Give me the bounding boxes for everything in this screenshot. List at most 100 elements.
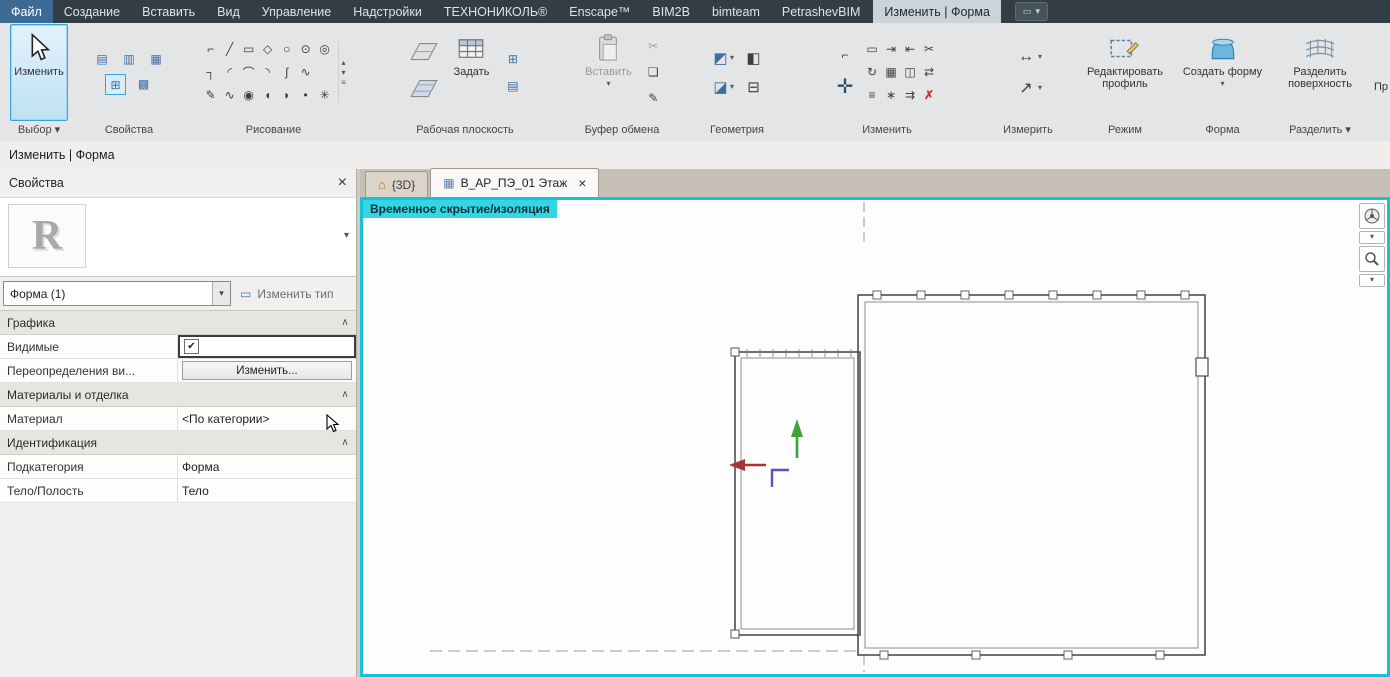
rotate-icon[interactable]: ↻ [863, 63, 882, 82]
chevron-down-icon[interactable]: ▾ [730, 82, 734, 91]
group-label-geometry[interactable]: Геометрия [681, 121, 793, 140]
demolish-icon[interactable]: ⊟ [744, 77, 763, 96]
align-icon[interactable]: ⌐ [836, 45, 855, 64]
tab-enscape[interactable]: Enscape™ [558, 0, 641, 23]
group-label-clipboard[interactable]: Буфер обмена [563, 121, 681, 140]
chevron-down-icon[interactable]: ▾ [1359, 231, 1385, 244]
chevron-down-icon[interactable]: ▾ [344, 230, 349, 241]
tab-bim2b[interactable]: BIM2B [641, 0, 701, 23]
split-icon[interactable]: ✂ [920, 40, 939, 59]
visible-checkbox[interactable]: ✔ [184, 339, 199, 354]
group-label-divide[interactable]: Разделить ▾ [1270, 121, 1370, 140]
section-header-graphics[interactable]: Графика ∧ [0, 311, 356, 335]
reference-point-icon[interactable]: ✳ [315, 86, 334, 105]
section-header-materials[interactable]: Материалы и отделка ∧ [0, 383, 356, 407]
arc-start-end-icon[interactable]: ◜ [220, 63, 239, 82]
trim-icon[interactable]: ≡ [863, 86, 882, 105]
rectangle-icon[interactable]: ▭ [239, 40, 258, 59]
delete-icon[interactable]: ✗ [920, 86, 939, 105]
edit-profile-button[interactable]: Редактировать профиль [1075, 24, 1175, 121]
steering-wheel-button[interactable] [1359, 203, 1385, 229]
move-left-icon[interactable]: ⇤ [901, 40, 920, 59]
mirror-icon[interactable]: ◫ [901, 63, 920, 82]
building-outline-left[interactable] [730, 347, 861, 639]
polygon-icon[interactable]: ◇ [258, 40, 277, 59]
line-icon[interactable]: ╱ [220, 40, 239, 59]
show-workplane-icon[interactable]: ⊞ [503, 49, 522, 68]
scale-icon[interactable]: ∗ [882, 86, 901, 105]
workplane-show-icon[interactable] [408, 39, 440, 68]
spline-icon[interactable]: ʃ [277, 63, 296, 82]
family-types-icon[interactable]: ▥ [120, 49, 139, 68]
close-icon[interactable]: × [338, 175, 347, 191]
line-pick-icon[interactable]: ⌐ [201, 40, 220, 59]
group-label-workplane[interactable]: Рабочая плоскость [367, 121, 563, 140]
chevron-down-icon[interactable]: ▾ [1359, 274, 1385, 287]
draw-panel-scroll[interactable]: ▴ ▾ ≡ [338, 41, 346, 103]
group-label-draw[interactable]: Рисование [180, 121, 367, 140]
set-workplane-button[interactable]: Задать [450, 24, 494, 121]
type-selector[interactable]: R ▾ [0, 197, 356, 277]
edit-type-button[interactable]: ▭ Изменить тип [236, 282, 353, 305]
ribbon-display-toggle-button[interactable]: ▭ ▾ [1014, 2, 1048, 21]
tab-file[interactable]: Файл [0, 0, 53, 23]
tab-create[interactable]: Создание [53, 0, 131, 23]
type-properties-icon[interactable]: ▩ [134, 74, 153, 93]
tab-petrashevbim[interactable]: PetrashevBIM [771, 0, 872, 23]
chevron-down-icon[interactable]: ▾ [730, 53, 734, 62]
offset-icon[interactable]: ▭ [863, 40, 882, 59]
point-icon[interactable]: • [296, 86, 315, 105]
copy-icon[interactable]: ❏ [644, 63, 663, 82]
paint-icon[interactable]: ◧ [744, 48, 763, 67]
element-filter-dropdown[interactable]: Форма (1) ▾ [3, 281, 231, 306]
move-right-icon[interactable]: ⇥ [882, 40, 901, 59]
collapse-icon[interactable]: ∧ [334, 311, 356, 334]
tab-technonicol[interactable]: ТЕХНОНИКОЛЬ® [433, 0, 558, 23]
tab-insert[interactable]: Вставить [131, 0, 206, 23]
circle-icon[interactable]: ○ [277, 40, 296, 59]
close-tab-icon[interactable]: × [578, 176, 586, 190]
create-form-button[interactable]: Создать форму ▾ [1176, 24, 1270, 121]
view-tab-floorplan[interactable]: ▦ В_АР_ПЭ_01 Этаж × [430, 168, 600, 197]
pencil-icon[interactable]: ✎ [201, 86, 220, 105]
family-category-icon[interactable]: ▤ [93, 49, 112, 68]
properties-palette-icon[interactable]: ⊞ [105, 74, 126, 95]
half-ellipse-right-icon[interactable]: ◗ [277, 86, 296, 105]
collapse-icon[interactable]: ∧ [334, 383, 356, 406]
tab-bimteam[interactable]: bimteam [701, 0, 771, 23]
gizmo-y-axis-arrow[interactable] [791, 419, 803, 458]
floor-plan-canvas[interactable] [363, 200, 1387, 674]
cut-icon[interactable]: ✂ [644, 37, 663, 56]
match-type-icon[interactable]: ✎ [644, 89, 663, 108]
tab-manage[interactable]: Управление [251, 0, 343, 23]
inscribed-circle-icon[interactable]: ◎ [315, 40, 334, 59]
scroll-down-icon[interactable]: ▾ [341, 68, 345, 77]
array-icon[interactable]: ▦ [882, 63, 901, 82]
half-ellipse-left-icon[interactable]: ◖ [258, 86, 277, 105]
aligned-dimension-icon[interactable]: ↗ [1014, 78, 1038, 97]
property-value-cell[interactable]: ✔ [178, 335, 356, 358]
arc-tangent-icon[interactable]: ◝ [258, 63, 277, 82]
group-label-modify[interactable]: Изменить [793, 121, 981, 140]
gizmo-plane-handle[interactable] [770, 468, 789, 487]
paste-button[interactable]: Вставить ▾ [581, 24, 636, 121]
viewport[interactable]: Временное скрытие/изоляция ▾ ▾ [360, 197, 1390, 677]
cut-geometry-icon[interactable]: ◩ [711, 48, 730, 67]
group-label-select[interactable]: Выбор ▾ [0, 121, 78, 140]
family-parameters-icon[interactable]: ▦ [147, 49, 166, 68]
solid-void-value-field[interactable]: Тело [178, 479, 356, 502]
modify-button[interactable]: Изменить [10, 23, 68, 121]
scroll-up-icon[interactable]: ▴ [341, 58, 345, 67]
reference-plane-icon[interactable]: ▤ [503, 76, 522, 95]
zoom-button[interactable] [1359, 246, 1385, 272]
swap-icon[interactable]: ⇄ [920, 63, 939, 82]
spline-points-icon[interactable]: ∿ [296, 63, 315, 82]
freeform-spline-icon[interactable]: ∿ [220, 86, 239, 105]
measure-icon[interactable]: ↔ [1014, 47, 1038, 66]
group-label-form[interactable]: Форма [1175, 121, 1270, 140]
divide-surface-button[interactable]: Разделить поверхность [1270, 24, 1370, 121]
circumscribed-polygon-icon[interactable]: ⊙ [296, 40, 315, 59]
chevron-down-icon[interactable]: ▾ [1038, 83, 1042, 92]
subcategory-value-field[interactable]: Форма [178, 455, 356, 478]
group-label-measure[interactable]: Измерить [981, 121, 1075, 140]
